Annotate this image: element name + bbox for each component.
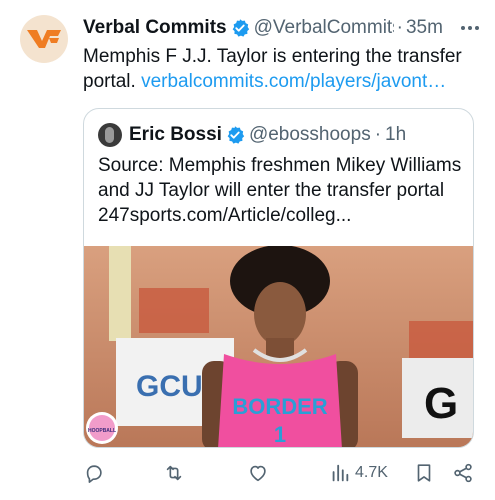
author-avatar[interactable] (20, 15, 68, 63)
player-photo: GCU G BORDER 1 HOOPBALL (84, 246, 473, 447)
bookmark-button[interactable] (413, 460, 435, 486)
jersey-text: BORDER (232, 394, 327, 419)
retweet-button[interactable] (163, 460, 185, 486)
quote-author-avatar (98, 123, 122, 147)
banner-left-text: GCU (136, 370, 203, 403)
quote-author-name: Eric Bossi (129, 124, 222, 145)
views-count: 4.7K (355, 464, 388, 481)
tweet-header: Verbal Commits @VerbalCommits · 35m (83, 16, 481, 40)
author-handle[interactable]: @VerbalCommits (254, 17, 394, 39)
quote-media-image[interactable]: GCU G BORDER 1 HOOPBALL (84, 246, 473, 447)
vc-logo-icon (27, 30, 61, 48)
reply-icon (86, 465, 102, 483)
quote-time: 1h (385, 124, 407, 145)
like-icon (250, 465, 266, 482)
quote-header: Eric Bossi @ebosshoops · 1h (98, 123, 406, 147)
like-button[interactable] (247, 460, 269, 486)
share-icon (454, 463, 472, 483)
quote-verified-badge-icon (225, 125, 245, 145)
quote-text: Source: Memphis freshmen Mikey Williams … (98, 155, 462, 226)
tweet-link[interactable]: verbalcommits.com/players/javont… (141, 71, 446, 92)
verified-badge-icon (230, 18, 250, 38)
views-icon (332, 464, 349, 482)
retweet-icon (166, 465, 182, 481)
more-options-icon[interactable] (459, 18, 481, 38)
separator-dot: · (396, 17, 403, 38)
action-bar: 4.7K (83, 460, 478, 486)
share-button[interactable] (452, 460, 474, 486)
reply-button[interactable] (83, 460, 105, 486)
tweet-time[interactable]: 35m (406, 17, 443, 39)
bookmark-icon (417, 464, 431, 482)
tweet-text: Memphis F J.J. Taylor is entering the tr… (83, 44, 483, 94)
views-button[interactable]: 4.7K (329, 460, 388, 486)
author-name[interactable]: Verbal Commits (83, 17, 227, 39)
jersey-number: 1 (274, 422, 286, 447)
quote-separator-dot: · (374, 124, 382, 145)
watermark-text: HOOPBALL (88, 428, 116, 434)
quote-author-handle: @ebosshoops (248, 124, 371, 145)
quoted-tweet[interactable]: Eric Bossi @ebosshoops · 1h Source: Memp… (83, 108, 474, 448)
banner-right-text: G (424, 379, 458, 428)
